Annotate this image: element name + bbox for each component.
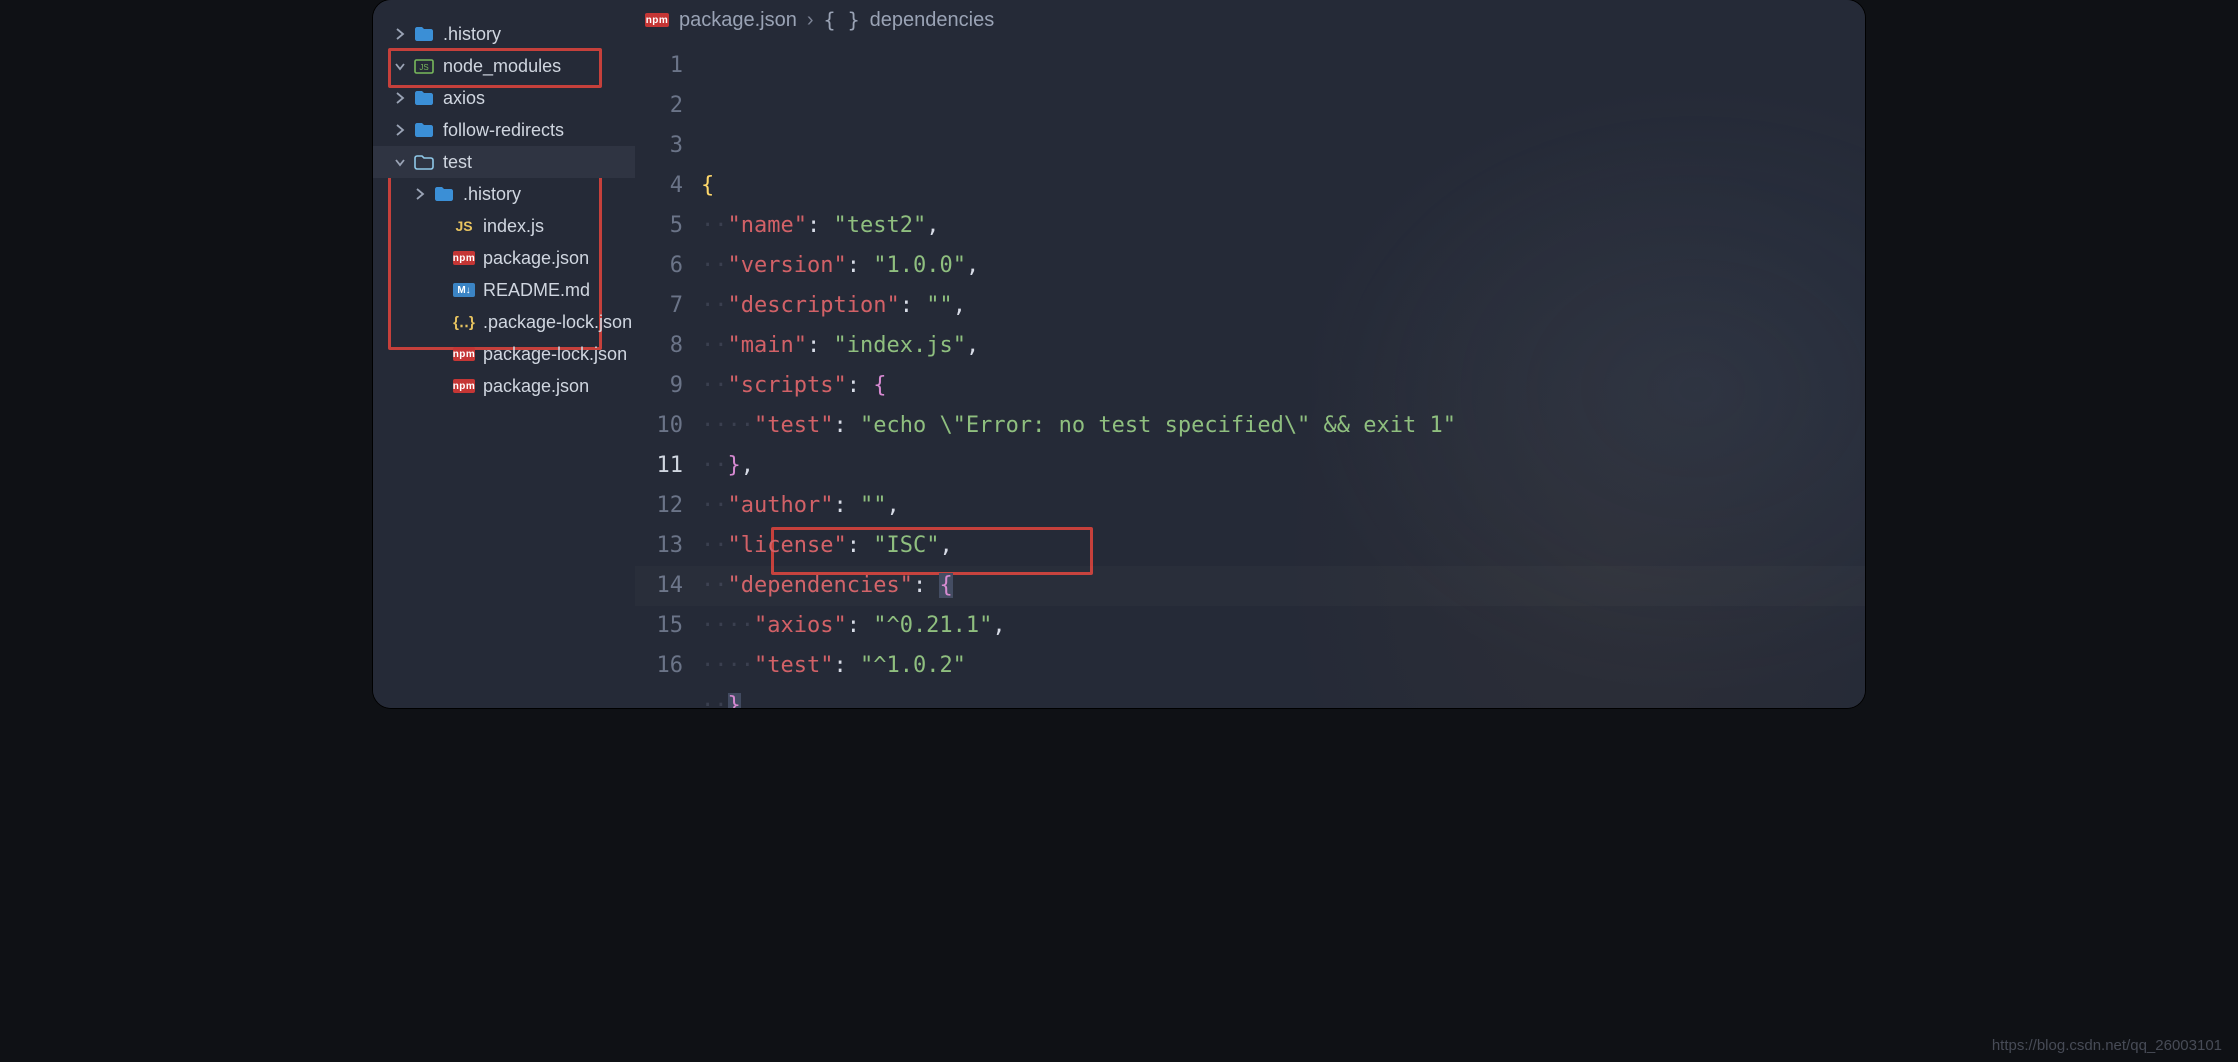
tree-item-label: axios: [443, 88, 485, 109]
json-icon: {‥}: [453, 311, 475, 333]
folder-node-icon: JS: [413, 55, 435, 77]
tree-item-label: index.js: [483, 216, 544, 237]
tree-item[interactable]: {‥} .package-lock.json: [373, 306, 635, 338]
line-number: 15: [635, 606, 683, 646]
code-line[interactable]: ····"test": "^1.0.2": [701, 646, 1865, 686]
tree-item[interactable]: JS index.js: [373, 210, 635, 242]
tree-item[interactable]: JS node_modules: [373, 50, 635, 82]
npm-icon: npm: [453, 343, 475, 365]
code-line[interactable]: ··"scripts": {: [701, 366, 1865, 406]
code-line[interactable]: ··"dependencies": {: [701, 566, 1865, 606]
twisty-spacer: [431, 281, 449, 299]
code-line[interactable]: ····"test": "echo \"Error: no test speci…: [701, 406, 1865, 446]
npm-icon: npm: [453, 375, 475, 397]
code-line[interactable]: ····"axios": "^0.21.1",: [701, 606, 1865, 646]
code-line[interactable]: ··}: [701, 686, 1865, 708]
code-line[interactable]: ··"name": "test2",: [701, 206, 1865, 246]
npm-icon: npm: [645, 13, 669, 27]
code-line[interactable]: ··"description": "",: [701, 286, 1865, 326]
md-icon: M↓: [453, 279, 475, 301]
code-editor: npm package.json › { } dependencies 1234…: [635, 0, 1865, 708]
code-line[interactable]: ··"license": "ISC",: [701, 526, 1865, 566]
line-number-gutter: 12345678910111213141516: [635, 40, 701, 708]
tree-item-label: .history: [443, 24, 501, 45]
tree-item[interactable]: test: [373, 146, 635, 178]
tree-item-label: package-lock.json: [483, 344, 627, 365]
line-number: 9: [635, 366, 683, 406]
code-content[interactable]: {··"name": "test2",··"version": "1.0.0",…: [701, 40, 1865, 708]
line-number: 12: [635, 486, 683, 526]
line-number: 3: [635, 126, 683, 166]
watermark-text: https://blog.csdn.net/qq_26003101: [1992, 1037, 2222, 1054]
tree-item[interactable]: .history: [373, 178, 635, 210]
line-number: 11: [635, 446, 683, 486]
tree-item-label: package.json: [483, 248, 589, 269]
chevron-down-icon[interactable]: [391, 57, 409, 75]
line-number: 7: [635, 286, 683, 326]
line-number: 1: [635, 46, 683, 86]
js-icon: JS: [453, 215, 475, 237]
code-line[interactable]: ··"version": "1.0.0",: [701, 246, 1865, 286]
editor-window: .history JS node_modulesaxios follow-redire…: [373, 0, 1865, 708]
tree-item[interactable]: npm package-lock.json: [373, 338, 635, 370]
twisty-spacer: [431, 345, 449, 363]
code-line[interactable]: ··"main": "index.js",: [701, 326, 1865, 366]
breadcrumb-file[interactable]: package.json: [679, 9, 797, 32]
breadcrumb-section[interactable]: dependencies: [870, 9, 995, 32]
folder-icon: [433, 183, 455, 205]
folder-icon: [413, 23, 435, 45]
folder-icon: [413, 119, 435, 141]
line-number: 13: [635, 526, 683, 566]
tree-item-label: README.md: [483, 280, 590, 301]
tree-item[interactable]: npm package.json: [373, 242, 635, 274]
chevron-right-icon[interactable]: [391, 89, 409, 107]
code-line[interactable]: ··"author": "",: [701, 486, 1865, 526]
line-number: 10: [635, 406, 683, 446]
chevron-right-icon[interactable]: [391, 121, 409, 139]
npm-icon: npm: [453, 247, 475, 269]
code-area[interactable]: 12345678910111213141516 {··"name": "test…: [635, 40, 1865, 708]
folder-open-outline-icon: [413, 151, 435, 173]
code-line[interactable]: {: [701, 166, 1865, 206]
twisty-spacer: [431, 313, 449, 331]
tree-item-label: test: [443, 152, 472, 173]
svg-text:JS: JS: [419, 63, 428, 72]
tree-item[interactable]: .history: [373, 18, 635, 50]
tree-item-label: node_modules: [443, 56, 561, 77]
tree-item-label: follow-redirects: [443, 120, 564, 141]
chevron-down-icon[interactable]: [391, 153, 409, 171]
tree-item[interactable]: M↓ README.md: [373, 274, 635, 306]
tree-item[interactable]: axios: [373, 82, 635, 114]
line-number: 2: [635, 86, 683, 126]
twisty-spacer: [431, 249, 449, 267]
twisty-spacer: [431, 377, 449, 395]
chevron-right-icon: ›: [807, 9, 814, 32]
tree-item[interactable]: npm package.json: [373, 370, 635, 402]
object-icon: { }: [824, 8, 860, 32]
chevron-right-icon[interactable]: [411, 185, 429, 203]
line-number: 4: [635, 166, 683, 206]
tree-item-label: .history: [463, 184, 521, 205]
tree-item[interactable]: follow-redirects: [373, 114, 635, 146]
line-number: 16: [635, 646, 683, 686]
file-explorer-sidebar[interactable]: .history JS node_modulesaxios follow-redire…: [373, 0, 635, 708]
tree-item-label: .package-lock.json: [483, 312, 632, 333]
folder-icon: [413, 87, 435, 109]
line-number: 6: [635, 246, 683, 286]
chevron-right-icon[interactable]: [391, 25, 409, 43]
tree-item-label: package.json: [483, 376, 589, 397]
line-number: 8: [635, 326, 683, 366]
breadcrumb-bar[interactable]: npm package.json › { } dependencies: [635, 0, 1865, 40]
twisty-spacer: [431, 217, 449, 235]
code-line[interactable]: ··},: [701, 446, 1865, 486]
line-number: 5: [635, 206, 683, 246]
